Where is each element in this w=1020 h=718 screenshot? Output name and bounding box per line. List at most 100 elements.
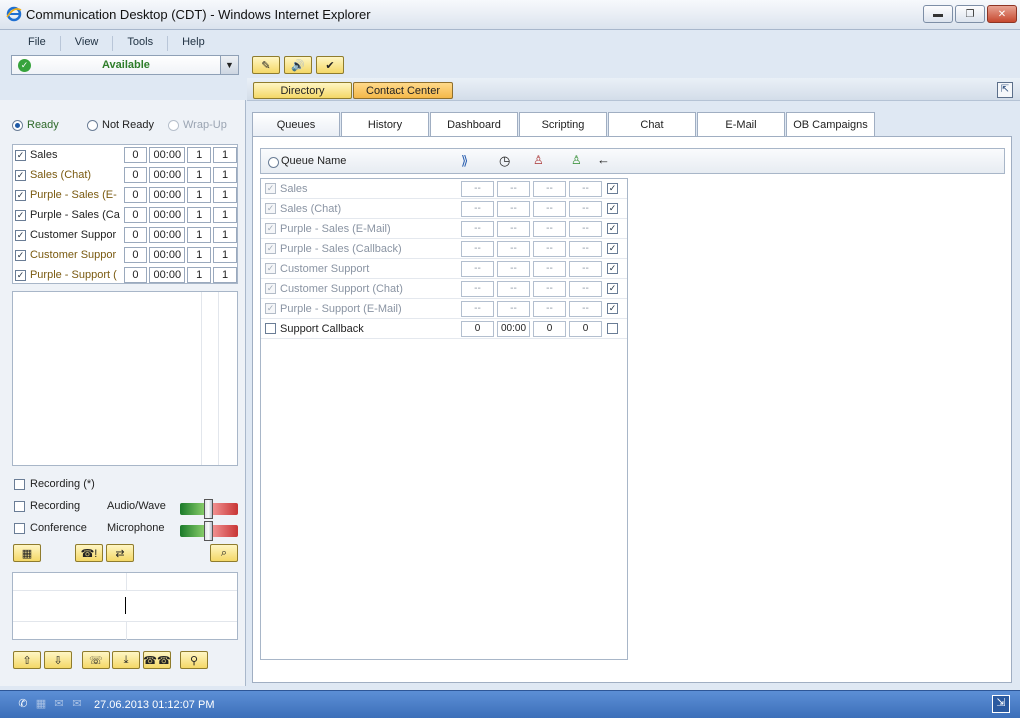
queue-wait-time: -- — [497, 220, 530, 237]
menu-help[interactable]: Help — [168, 36, 219, 51]
tab-email[interactable]: E-Mail — [697, 112, 785, 137]
speaker-icon: 🔊 — [291, 59, 305, 72]
check-button[interactable]: ✔ — [316, 56, 344, 74]
agent-queue-row: Customer Suppor000:0011 — [15, 225, 237, 245]
menu-bar: File View Tools Help — [10, 36, 219, 51]
hold-button[interactable]: ⤓ — [112, 651, 140, 669]
expand-panel-icon[interactable]: ⇱ — [997, 82, 1013, 98]
edit-note-button[interactable]: ✎ — [252, 56, 280, 74]
tab-history[interactable]: History — [341, 112, 429, 137]
audio-wave-label: Audio/Wave — [107, 500, 166, 512]
queue-count: 0 — [123, 247, 148, 263]
menu-tools[interactable]: Tools — [113, 36, 169, 51]
queue-checkbox[interactable] — [15, 269, 26, 281]
pickup-button[interactable]: ⇧ — [13, 651, 41, 669]
chevron-down-icon[interactable]: ▼ — [220, 56, 238, 74]
queue-count: 0 — [123, 147, 148, 163]
queue-checkbox[interactable] — [15, 249, 26, 261]
tab-chat[interactable]: Chat — [608, 112, 696, 137]
dial-pad-area[interactable] — [12, 572, 238, 640]
queue-wait-time: -- — [497, 180, 530, 197]
clock-icon: ◷ — [499, 153, 511, 168]
queue-row: Sales-------- — [261, 179, 627, 199]
tab-contact-center[interactable]: Contact Center — [353, 82, 453, 99]
grid-icon: ▦ — [21, 547, 33, 560]
queue-login-checkbox[interactable] — [607, 283, 618, 294]
queue-checkbox[interactable] — [15, 169, 26, 181]
phone-alert-icon: ☎! — [80, 547, 98, 560]
queue-name-header: Queue Name — [281, 155, 347, 167]
recording-checkbox[interactable]: Recording — [14, 500, 80, 512]
radio-ready[interactable]: Ready — [12, 119, 59, 131]
minimize-button[interactable]: ▬ — [923, 5, 953, 23]
tab-directory[interactable]: Directory — [253, 82, 352, 99]
menu-view[interactable]: View — [61, 36, 114, 51]
queue-time: 00:00 — [149, 247, 186, 263]
queue-login-checkbox[interactable] — [607, 303, 618, 314]
tab-ob-campaigns[interactable]: OB Campaigns — [786, 112, 875, 137]
queue-select-checkbox — [265, 223, 276, 234]
agent-queue-name: Purple - Sales (E- — [29, 189, 117, 201]
conference-call-button[interactable]: ☎☎ — [143, 651, 171, 669]
ie-logo-icon — [6, 6, 22, 22]
queue-busy: -- — [533, 180, 566, 197]
queue-waiting: -- — [461, 260, 494, 277]
recording-star-checkbox[interactable]: Recording (*) — [14, 478, 95, 490]
availability-select[interactable]: ✓ Available ▼ — [11, 55, 239, 75]
agent-available-icon: ♙ — [571, 153, 582, 167]
queue-waiting: -- — [461, 220, 494, 237]
queue-waiting: -- — [461, 280, 494, 297]
queue-agents: 1 — [187, 247, 212, 263]
queue-checkbox[interactable] — [15, 149, 26, 161]
microphone-knob[interactable] — [204, 521, 213, 541]
queue-login-checkbox[interactable] — [607, 243, 618, 254]
checkbox-icon — [14, 478, 25, 490]
fullscreen-icon[interactable]: ⇲ — [992, 695, 1010, 713]
queue-row: Sales (Chat)-------- — [261, 199, 627, 219]
audio-wave-knob[interactable] — [204, 499, 213, 519]
conference-label: Conference — [30, 522, 87, 534]
tab-dashboard[interactable]: Dashboard — [430, 112, 518, 137]
agent-queue-name: Purple - Support ( — [29, 269, 117, 281]
transfer-button[interactable]: ⇄ — [106, 544, 134, 562]
queue-time: 00:00 — [149, 207, 186, 223]
hangup-button[interactable]: ⇩ — [44, 651, 72, 669]
queue-agents: 1 — [187, 227, 212, 243]
restore-button[interactable]: ❐ — [955, 5, 985, 23]
checkmark-icon: ✔ — [325, 59, 335, 72]
keypad-button[interactable]: ▦ — [13, 544, 41, 562]
tab-scripting[interactable]: Scripting — [519, 112, 607, 137]
queue-login-checkbox[interactable] — [607, 203, 618, 214]
queue-name-sort-radio[interactable] — [268, 157, 279, 168]
queue-waiting: -- — [461, 240, 494, 257]
queue-row: Support Callback 0 00:00 0 0 — [261, 319, 627, 339]
ready-label: Ready — [27, 119, 59, 131]
search-button[interactable]: ⌕ — [210, 544, 238, 562]
queue-login-checkbox[interactable] — [607, 323, 618, 334]
agent-queue-name: Customer Suppor — [29, 229, 117, 241]
checkbox-icon — [14, 500, 25, 512]
queue-checkbox[interactable] — [15, 189, 26, 201]
queue-login-checkbox[interactable] — [607, 183, 618, 194]
tab-queues[interactable]: Queues — [252, 112, 340, 137]
agent-queue-row: Sales (Chat)000:0011 — [15, 165, 237, 185]
close-button[interactable]: ✕ — [987, 5, 1017, 23]
queue-login-checkbox[interactable] — [607, 263, 618, 274]
alert-call-button[interactable]: ☎! — [75, 544, 103, 562]
settings-tool-button[interactable]: ⚲ — [180, 651, 208, 669]
queue-checkbox[interactable] — [15, 209, 26, 221]
audio-button[interactable]: 🔊 — [284, 56, 312, 74]
queue-checkbox[interactable] — [15, 229, 26, 241]
queue-busy: -- — [533, 200, 566, 217]
queue-select-checkbox[interactable] — [265, 323, 276, 334]
queue-login-checkbox[interactable] — [607, 223, 618, 234]
queue-busy: -- — [533, 260, 566, 277]
queue-name: Sales (Chat) — [280, 202, 342, 215]
conference-checkbox[interactable]: Conference — [14, 522, 87, 534]
queue-count: 0 — [123, 187, 148, 203]
radio-not-ready[interactable]: Not Ready — [87, 119, 154, 131]
queue-select-checkbox — [265, 183, 276, 194]
search-icon: ⌕ — [220, 546, 228, 559]
menu-file[interactable]: File — [10, 36, 61, 51]
call-button[interactable]: ☏ — [82, 651, 110, 669]
